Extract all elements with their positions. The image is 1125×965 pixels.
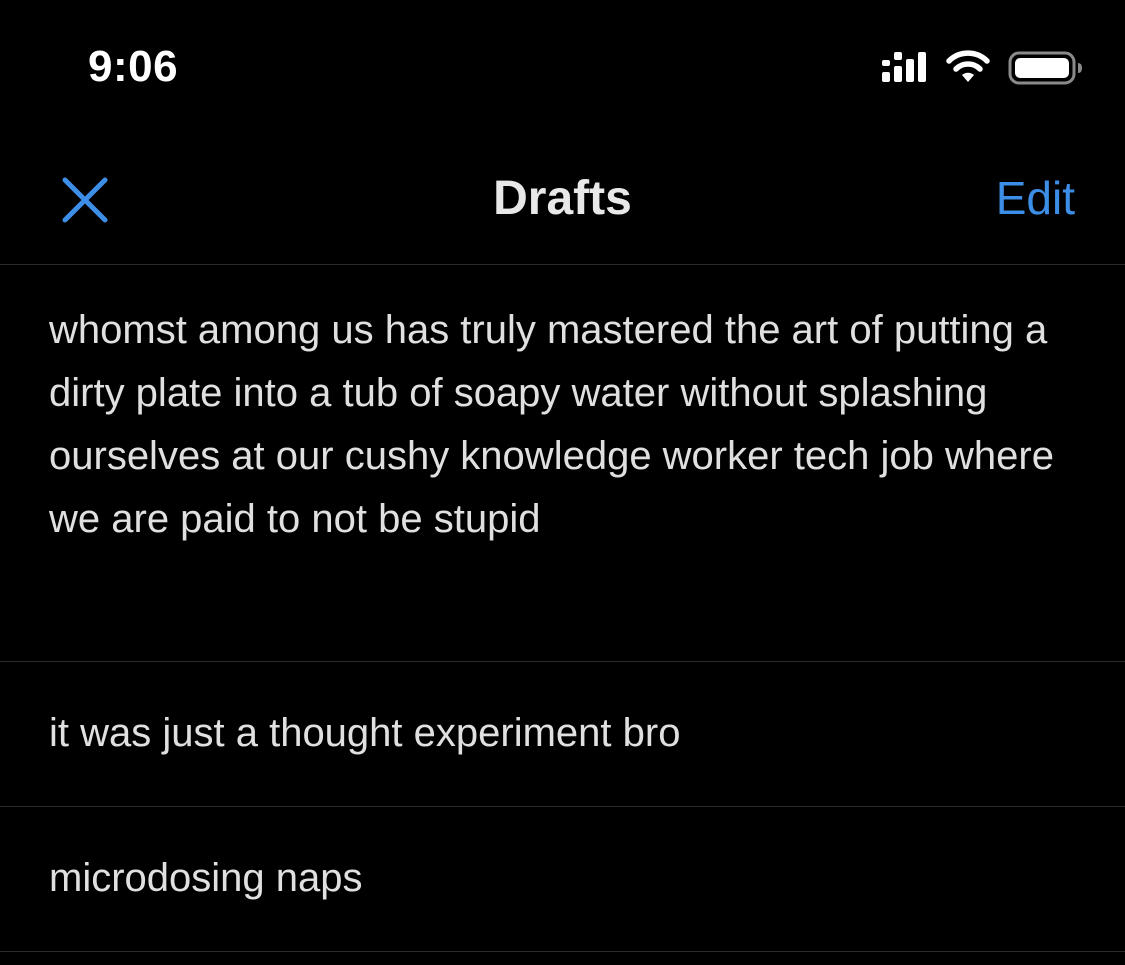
status-time: 9:06 — [88, 42, 179, 91]
draft-text: whomst among us has truly mastered the a… — [49, 308, 1054, 541]
edit-button[interactable]: Edit — [996, 171, 1075, 225]
draft-item[interactable]: whomst among us has truly mastered the a… — [0, 265, 1125, 662]
draft-item[interactable]: it was just a thought experiment bro — [0, 662, 1125, 807]
draft-text: microdosing naps — [49, 856, 363, 900]
wifi-icon — [946, 50, 990, 82]
cellular-signal-icon — [882, 52, 926, 82]
status-bar: 9:06 — [0, 0, 1125, 135]
draft-item[interactable]: microdosing naps — [0, 807, 1125, 952]
nav-bar: Drafts Edit — [0, 135, 1125, 265]
drafts-list: whomst among us has truly mastered the a… — [0, 265, 1125, 952]
battery-icon — [1008, 51, 1082, 85]
page-title: Drafts — [493, 172, 632, 225]
draft-text: it was just a thought experiment bro — [49, 711, 681, 755]
